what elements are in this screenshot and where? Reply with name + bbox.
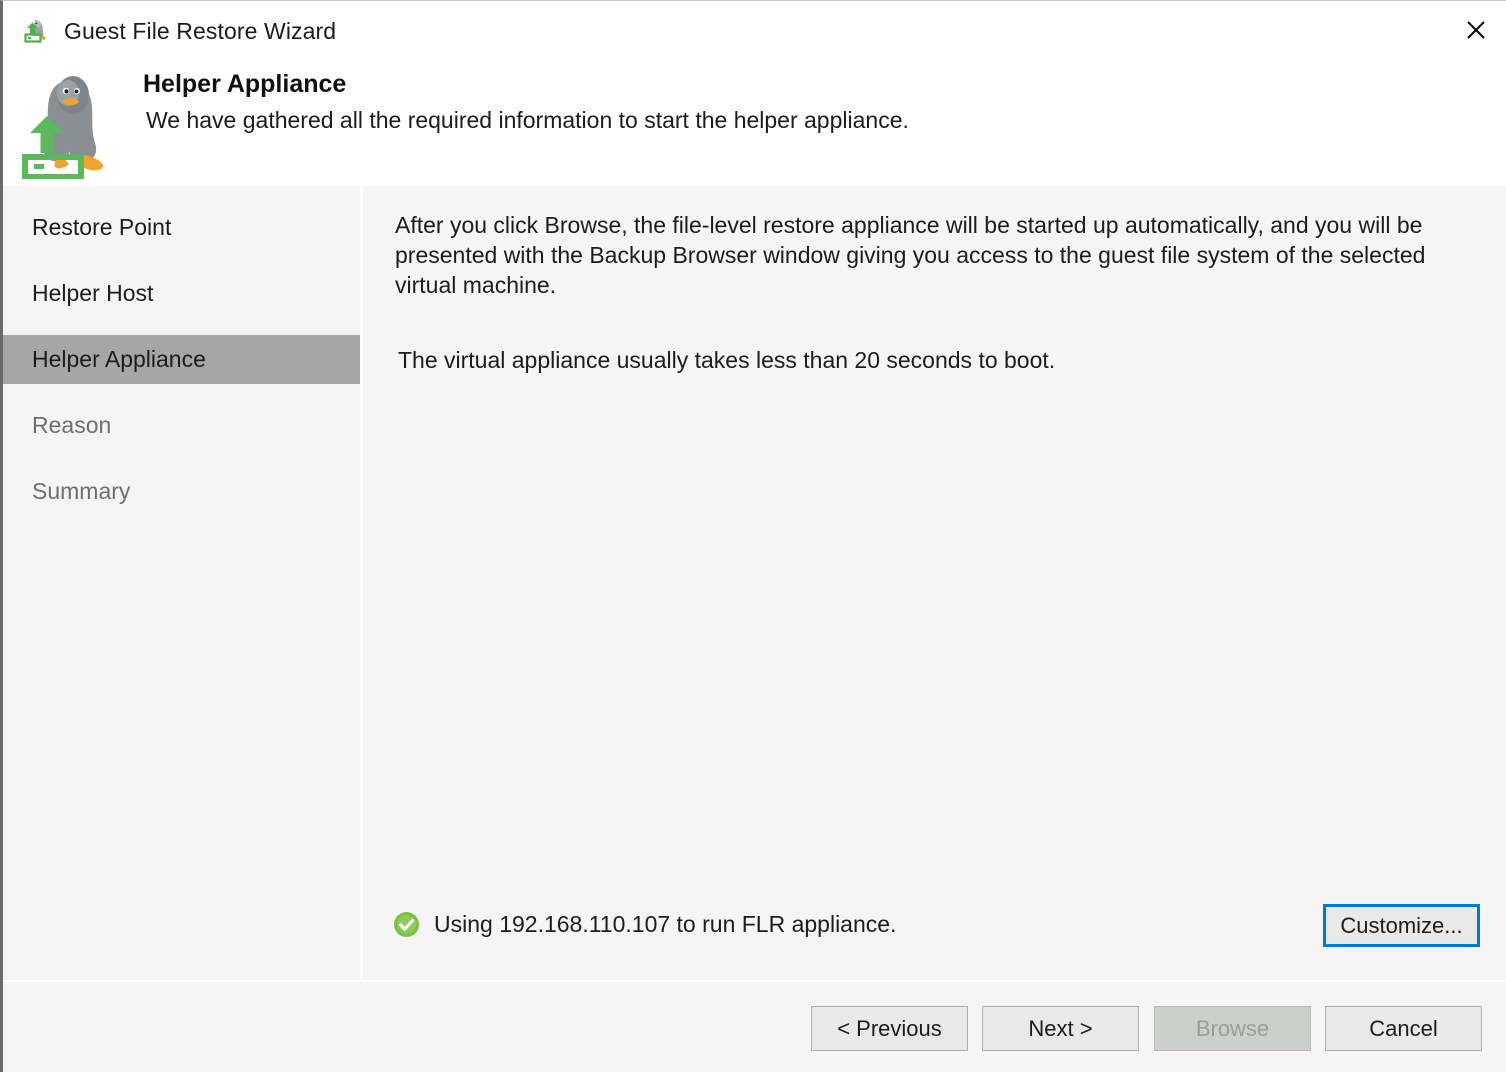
next-button[interactable]: Next > xyxy=(982,1006,1139,1051)
wizard-step-nav: Restore Point Helper Host Helper Applian… xyxy=(3,186,363,979)
guest-file-restore-wizard-window: Guest File Restore Wizard Helper Applian… xyxy=(0,0,1506,1072)
sidebar-item-helper-host[interactable]: Helper Host xyxy=(3,269,360,318)
wizard-header: Helper Appliance We have gathered all th… xyxy=(3,63,1506,186)
success-check-icon xyxy=(393,911,420,938)
close-icon xyxy=(1464,18,1488,42)
title-bar: Guest File Restore Wizard xyxy=(3,1,1506,63)
previous-button[interactable]: < Previous xyxy=(811,1006,968,1051)
browse-button: Browse xyxy=(1154,1006,1311,1051)
wizard-body: Restore Point Helper Host Helper Applian… xyxy=(3,186,1506,979)
cancel-button[interactable]: Cancel xyxy=(1325,1006,1482,1051)
wizard-content-pane: After you click Browse, the file-level r… xyxy=(366,186,1506,979)
sidebar-item-restore-point[interactable]: Restore Point xyxy=(3,203,360,252)
dialog-footer: < Previous Next > Browse Cancel xyxy=(3,980,1506,1072)
intro-paragraph: After you click Browse, the file-level r… xyxy=(395,212,1426,298)
window-title: Guest File Restore Wizard xyxy=(64,18,337,44)
nav-top-spacer xyxy=(3,186,360,203)
sidebar-item-reason[interactable]: Reason xyxy=(3,401,360,450)
customize-button[interactable]: Customize... xyxy=(1323,904,1480,947)
page-subtitle: We have gathered all the required inform… xyxy=(146,107,909,133)
sidebar-item-label: Summary xyxy=(32,478,131,504)
status-row: Using 192.168.110.107 to run FLR applian… xyxy=(393,911,896,938)
page-title: Helper Appliance xyxy=(143,70,347,98)
sidebar-item-label: Helper Host xyxy=(32,280,154,306)
sidebar-item-label: Restore Point xyxy=(32,214,172,240)
linux-penguin-upload-icon xyxy=(17,69,121,180)
status-text: Using 192.168.110.107 to run FLR applian… xyxy=(434,911,897,937)
restore-wizard-icon xyxy=(22,17,52,47)
sidebar-item-label: Reason xyxy=(32,412,112,438)
close-button[interactable] xyxy=(1446,1,1506,59)
sidebar-item-label: Helper Appliance xyxy=(32,346,206,372)
sidebar-item-helper-appliance[interactable]: Helper Appliance xyxy=(3,335,360,384)
sidebar-item-summary[interactable]: Summary xyxy=(3,467,360,516)
boot-time-note: The virtual appliance usually takes less… xyxy=(398,347,1056,373)
